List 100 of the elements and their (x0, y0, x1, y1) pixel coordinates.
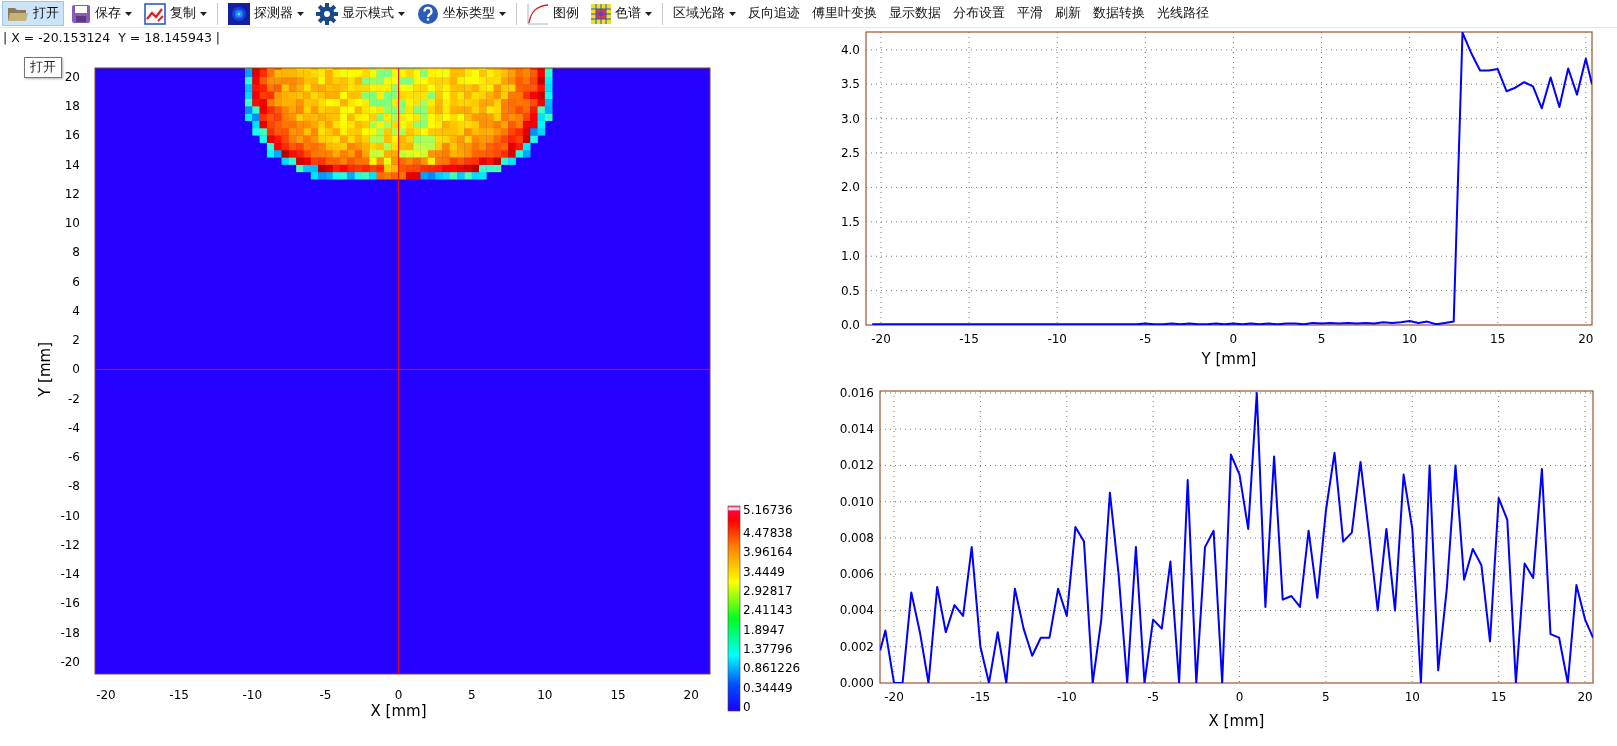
axis-tick-label: 0.012 (839, 458, 874, 473)
axis-tick-label: 5 (467, 688, 476, 702)
axis-tick-label: 0.016 (839, 386, 874, 400)
axis-tick-label: 4 (72, 303, 80, 318)
axis-tick-label: 1.5 (840, 214, 860, 229)
toolbar-button[interactable]: 傅里叶变换 (807, 1, 882, 26)
toolbar-button[interactable]: 光线路径 (1152, 1, 1214, 26)
axis-tick-label: 5 (1317, 332, 1326, 346)
toolbar-button[interactable]: 平滑 (1012, 1, 1048, 26)
axis-tick-label: -20 (96, 688, 116, 702)
axis-tick-label: -18 (60, 625, 80, 640)
colorbar-label: 3.96164 (743, 545, 793, 560)
axis-tick-label: 2.5 (840, 146, 860, 161)
axis-tick-label: 3.5 (840, 77, 860, 92)
axis-tick-label: 0.000 (839, 676, 874, 690)
axis-tick-label: 2 (72, 333, 80, 348)
axis-tick-label: 20 (1577, 690, 1593, 704)
axis-tick-label: 10 (1404, 690, 1420, 704)
colorbar-label: 2.92817 (743, 584, 793, 598)
colorbar-label: 1.37796 (743, 642, 793, 656)
colorbar-label: 1.8947 (743, 622, 785, 637)
axis-tick-label: -20 (884, 690, 904, 704)
axis-tick-label: -10 (1047, 332, 1067, 346)
axis-tick-label: -15 (970, 690, 991, 704)
cursor-coordinates: | X = -20.153124 Y = 18.145943 | (3, 30, 221, 45)
axis-tick-label: 20 (683, 688, 699, 702)
colorbar-label: 0 (743, 700, 751, 714)
toolbar-button[interactable]: 显示模式 (311, 1, 410, 26)
axis-tick-label: -20 (60, 655, 80, 669)
axis-title: X [mm] (1208, 712, 1265, 730)
axis-tick-label: 20 (64, 69, 80, 84)
colorbar-label: 0.34449 (743, 680, 793, 695)
axis-tick-label: -8 (68, 479, 80, 494)
axis-title: Y [mm] (36, 341, 54, 397)
axis-tick-label: 15 (1491, 690, 1507, 704)
colorbar-label: 4.47838 (743, 526, 793, 540)
tooltip: 打开 (24, 57, 62, 78)
axis-tick-label: 20 (1578, 332, 1594, 346)
axis-tick-label: 5 (1322, 690, 1330, 704)
toolbar-button[interactable]: 数据转换 (1088, 1, 1150, 26)
axis-tick-label: -16 (60, 596, 80, 611)
axis-tick-label: 6 (72, 274, 80, 289)
axis-tick-label: 10 (1402, 332, 1418, 346)
axis-tick-label: -10 (1056, 690, 1077, 704)
axis-tick-label: 4.0 (840, 42, 860, 57)
toolbar-button[interactable]: 区域光路 (668, 1, 741, 26)
toolbar-button[interactable]: 保存 (66, 1, 137, 26)
axis-tick-label: -20 (871, 332, 891, 346)
color-grid-icon (591, 3, 611, 24)
axis-title: Y [mm] (1201, 350, 1257, 368)
line-chart-icon (144, 2, 166, 25)
toolbar-button[interactable]: 刷新 (1050, 1, 1086, 26)
axis-tick-label: 15 (1490, 332, 1506, 346)
toolbar-button[interactable]: 打开 (2, 1, 64, 26)
axis-tick-label: 10 (64, 216, 80, 231)
axis-tick-label: 1.0 (840, 249, 860, 264)
axis-tick-label: -5 (1139, 332, 1152, 346)
axis-tick-label: -15 (169, 688, 189, 702)
axis-tick-label: 0.006 (839, 567, 874, 582)
axis-tick-label: 0.014 (839, 422, 874, 437)
axis-tick-label: 16 (64, 128, 80, 143)
toolbar-button[interactable]: 分布设置 (948, 1, 1010, 26)
axis-tick-label: -2 (68, 391, 80, 406)
colorbar-label: 0.861226 (743, 661, 801, 676)
toolbar-button[interactable]: 色谱 (586, 1, 657, 26)
axis-tick-label: 0.0 (840, 318, 860, 332)
axis-tick-label: 10 (537, 688, 553, 702)
axis-tick-label: 0 (1229, 332, 1238, 346)
gear-icon (316, 2, 338, 25)
toolbar-button[interactable]: 复制 (139, 1, 212, 26)
axis-tick-label: 2.0 (840, 180, 860, 195)
axis-tick-label: 12 (64, 186, 80, 201)
axis-tick-label: -5 (1147, 690, 1160, 704)
axis-tick-label: 15 (610, 688, 626, 702)
axis-tick-label: 0 (72, 362, 80, 377)
axis-tick-label: -6 (68, 450, 80, 465)
colorbar-label: 3.4449 (743, 564, 785, 579)
toolbar-button[interactable]: 反向追迹 (743, 1, 805, 26)
axis-tick-label: 3.0 (840, 111, 860, 126)
colorbar-label: 5.16736 (743, 503, 793, 517)
target-icon (228, 2, 250, 25)
toolbar-button[interactable]: 图例 (522, 1, 584, 26)
toolbar-button[interactable]: 探测器 (223, 1, 309, 26)
axis-tick-label: -5 (319, 688, 332, 702)
axis-tick-label: -10 (60, 508, 80, 523)
axis-tick-label: -4 (68, 420, 80, 435)
axis-tick-label: 14 (64, 157, 80, 172)
toolbar-button[interactable]: 显示数据 (884, 1, 946, 26)
axis-tick-label: 0.010 (839, 494, 874, 509)
colorbar-label: 2.41143 (743, 603, 793, 618)
toolbar-button[interactable]: 坐标类型 (412, 1, 511, 26)
axis-tick-label: -12 (60, 537, 80, 552)
axis-tick-label: 0.5 (840, 283, 860, 298)
curve-icon (527, 2, 549, 25)
axis-tick-label: 0 (394, 688, 403, 702)
axis-tick-label: 0.004 (839, 603, 874, 618)
axis-tick-label: -14 (60, 567, 80, 582)
axis-tick-label: 8 (72, 245, 80, 260)
help-icon (417, 2, 439, 25)
axis-tick-label: -15 (959, 332, 979, 346)
